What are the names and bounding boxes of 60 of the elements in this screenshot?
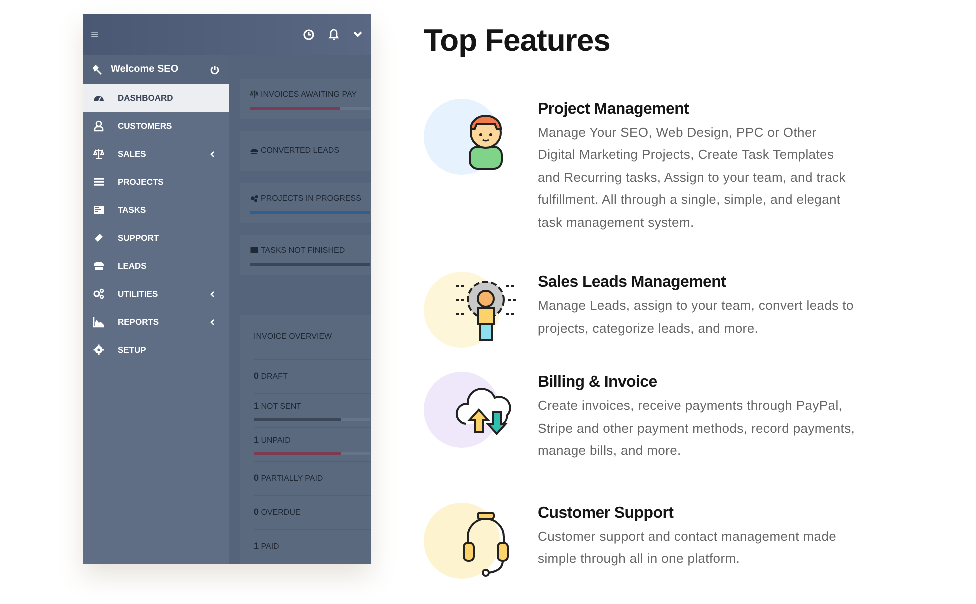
feature-title: Sales Leads Management xyxy=(538,273,728,293)
sidebar-item[interactable]: SALES xyxy=(83,140,229,168)
stat-title: PROJECTS IN PROGRESS xyxy=(261,192,362,204)
menu-label: UTILITIES xyxy=(118,288,158,300)
clock-icon[interactable] xyxy=(303,28,315,40)
menu-label: PROJECTS xyxy=(118,176,164,188)
sidebar-item[interactable]: SUPPORT xyxy=(83,224,229,252)
feature-title: Customer Support xyxy=(538,504,675,524)
invoice-status: 1 UNPAID xyxy=(254,434,292,447)
chevron-down-icon[interactable] xyxy=(353,31,363,38)
widget-icon xyxy=(250,194,259,203)
list-icon xyxy=(93,176,105,188)
welcome-text: Welcome SEO xyxy=(111,63,179,77)
stat-title: CONVERTED LEADS xyxy=(261,145,340,157)
user-icon xyxy=(93,120,105,132)
invoice-status: 0 PARTIALLY PAID xyxy=(254,472,324,485)
sidebar-item[interactable]: PROJECTS xyxy=(83,168,229,196)
gears-icon xyxy=(93,288,105,300)
sidebar-item[interactable]: SETUP xyxy=(83,336,229,364)
widget-icon xyxy=(250,246,259,255)
sidebar-item[interactable]: UTILITIES xyxy=(83,280,229,308)
card-title: INVOICE OVERVIEW xyxy=(254,331,334,343)
menu-label: SALES xyxy=(118,148,146,160)
scales-icon xyxy=(93,148,105,160)
menu-button[interactable]: ≡ xyxy=(91,28,99,41)
invoice-status: 0 OVERDUE xyxy=(254,506,302,519)
menu-label: CUSTOMERS xyxy=(118,120,172,132)
power-icon[interactable] xyxy=(210,64,220,74)
settings-icon xyxy=(93,344,105,356)
menu-label: REPORTS xyxy=(118,316,160,328)
invoice-status: 1 PAID xyxy=(254,540,280,553)
feature-description: Manage Leads, assign to your team, convert leads to projects, categorize leads, and more. xyxy=(538,297,855,338)
invoice-status: 0 DRAFT xyxy=(254,370,289,383)
sidebar-item[interactable]: TASKS xyxy=(83,196,229,224)
sidebar-item[interactable]: DASHBOARD xyxy=(83,84,229,112)
menu-label: DASHBOARD xyxy=(118,92,174,104)
phone-icon xyxy=(93,260,105,272)
menu-label: TASKS xyxy=(118,204,146,216)
widget-icon xyxy=(250,146,259,156)
feature-title: Billing & Invoice xyxy=(538,373,658,393)
menu-label: LEADS xyxy=(118,260,147,272)
invoice-status: 1 NOT SENT xyxy=(254,400,303,413)
feature-description: Manage Your SEO, Web Design, PPC or Other Digital Marketing Projects, Create Task Templates and Recurring tasks, Assign to your team, and track fulfillment. All through a single, simple, and elegant task management system. xyxy=(538,124,847,232)
hammer-icon xyxy=(91,64,103,76)
feature-description: Customer support and contact management made simple through all in one platform. xyxy=(538,528,838,568)
widget-icon xyxy=(250,90,259,99)
stat-title: INVOICES AWAITING PAY xyxy=(261,88,358,100)
sidebar-item[interactable]: LEADS xyxy=(83,252,229,280)
bell-icon[interactable] xyxy=(328,28,340,41)
stat-title: TASKS NOT FINISHED xyxy=(261,244,346,256)
board-icon xyxy=(93,204,105,216)
section-heading: Top Features xyxy=(424,22,612,60)
feature-title: Project Management xyxy=(538,100,690,120)
feature-description: Create invoices, receive payments through PayPal, Stripe and other payment methods, record payments, manage bills, and more. xyxy=(538,397,856,460)
tag-icon xyxy=(93,232,105,244)
menu-label: SETUP xyxy=(118,344,146,356)
menu-label: SUPPORT xyxy=(118,232,160,244)
sidebar-item[interactable]: CUSTOMERS xyxy=(83,112,229,140)
sidebar-item[interactable]: REPORTS xyxy=(83,308,229,336)
area-chart-icon xyxy=(93,316,105,328)
